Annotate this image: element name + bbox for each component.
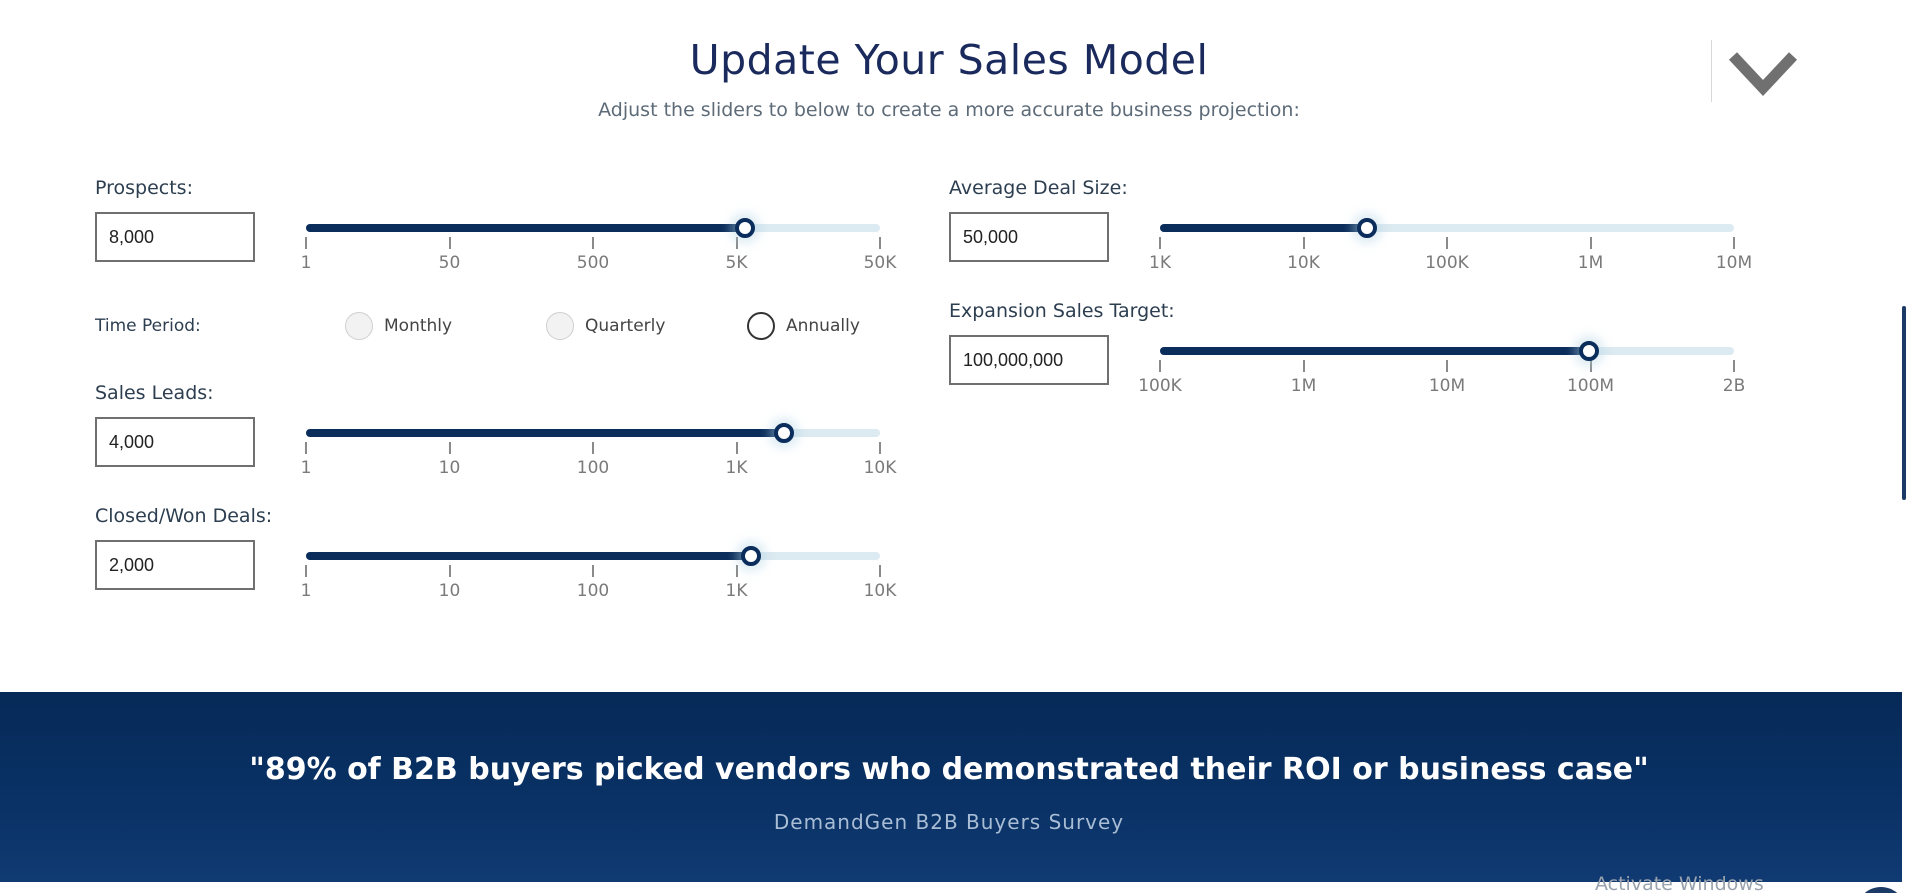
slider-tick-label: 100 xyxy=(576,458,610,478)
page-title: Update Your Sales Model xyxy=(689,36,1209,84)
slider-tick xyxy=(305,565,307,577)
time-period-label: Time Period: xyxy=(95,316,201,336)
slider-tick-label: 1M xyxy=(1290,376,1317,396)
slider-tick xyxy=(879,237,881,249)
expansion-target-label: Expansion Sales Target: xyxy=(949,300,1175,322)
radio-quarterly-label: Quarterly xyxy=(585,316,666,336)
radio-annually-circle xyxy=(747,312,775,340)
slider-thumb[interactable] xyxy=(1356,218,1377,238)
avg-deal-size-slider[interactable]: 1K 10K 100K 1M 10M xyxy=(1149,210,1752,273)
slider-tick-label: 10K xyxy=(863,581,897,601)
slider-tick-label: 500 xyxy=(576,253,610,273)
slider-fill xyxy=(306,429,784,437)
slider-tick-label: 1M xyxy=(1577,253,1604,273)
sales-leads-slider[interactable]: 1 10 100 1K 10K xyxy=(301,415,896,478)
slider-thumb[interactable] xyxy=(735,218,756,238)
slider-tick xyxy=(1446,360,1448,372)
slider-tick xyxy=(1733,360,1735,372)
slider-tick-label: 10M xyxy=(1715,253,1753,273)
quote-banner xyxy=(0,692,1902,882)
slider-tick-label: 50K xyxy=(863,253,897,273)
slider-tick-label: 10 xyxy=(438,458,461,478)
radio-quarterly-circle xyxy=(546,312,574,340)
slider-tick xyxy=(735,442,738,454)
slider-thumb[interactable] xyxy=(773,423,794,443)
prospects-slider[interactable]: 1 50 500 5K 50K xyxy=(301,210,896,273)
header-divider xyxy=(1711,40,1712,102)
slider-tick xyxy=(305,237,307,249)
slider-tick xyxy=(1589,237,1592,249)
expansion-target-input[interactable] xyxy=(949,335,1109,385)
expansion-target-slider[interactable]: 100K 1M 10M 100M 2B xyxy=(1138,333,1745,396)
slider-tick-label: 100K xyxy=(1138,376,1182,396)
slider-fill xyxy=(306,224,746,232)
slider-tick-label: 10K xyxy=(1287,253,1320,273)
slider-tick xyxy=(1589,360,1592,372)
radio-annually[interactable]: Annually xyxy=(747,312,860,340)
slider-tick-label: 10 xyxy=(438,581,461,601)
sales-leads-label: Sales Leads: xyxy=(95,382,214,404)
slider-tick-label: 10K xyxy=(863,458,897,478)
slider-fill xyxy=(306,552,752,560)
slider-tick-label: 10M xyxy=(1428,376,1466,396)
slider-tick-label: 1K xyxy=(725,458,748,478)
radio-quarterly[interactable]: Quarterly xyxy=(546,312,665,340)
slider-fill xyxy=(1160,347,1590,355)
slider-tick-label: 1 xyxy=(300,253,312,273)
avg-deal-size-input[interactable] xyxy=(949,212,1109,262)
slider-tick xyxy=(448,565,451,577)
slider-tick xyxy=(448,237,451,249)
radio-monthly-label: Monthly xyxy=(384,316,453,336)
slider-tick xyxy=(735,565,738,577)
avg-deal-size-label: Average Deal Size: xyxy=(949,177,1128,199)
slider-tick-label: 1K xyxy=(1149,253,1171,273)
slider-tick-label: 1 xyxy=(300,458,312,478)
closed-won-input[interactable] xyxy=(95,540,255,590)
radio-monthly-circle xyxy=(345,312,373,340)
sales-leads-input[interactable] xyxy=(95,417,255,467)
slider-tick-label: 1 xyxy=(300,581,312,601)
slider-tick xyxy=(592,237,594,249)
slider-tick xyxy=(1733,237,1735,249)
slider-tick-label: 2B xyxy=(1722,376,1746,396)
banner-quote: "89% of B2B buyers picked vendors who de… xyxy=(249,752,1649,787)
page-subtitle: Adjust the sliders to below to create a … xyxy=(598,99,1300,121)
slider-tick-label: 100K xyxy=(1425,253,1469,273)
banner-quote-source: DemandGen B2B Buyers Survey xyxy=(773,810,1125,834)
slider-tick xyxy=(1159,360,1161,372)
slider-tick-label: 1K xyxy=(725,581,748,601)
chat-widget-button[interactable] xyxy=(1856,887,1906,893)
side-scroll-tab[interactable] xyxy=(1902,306,1906,500)
slider-tick xyxy=(305,442,307,454)
slider-tick xyxy=(1302,360,1305,372)
slider-tick xyxy=(1446,237,1448,249)
chevron-down-icon xyxy=(1728,52,1798,97)
slider-tick-label: 100M xyxy=(1566,376,1615,396)
collapse-button[interactable] xyxy=(1727,48,1798,98)
slider-tick-label: 5K xyxy=(725,253,748,273)
slider-fill xyxy=(1160,224,1367,232)
prospects-input[interactable] xyxy=(95,212,255,262)
slider-tick xyxy=(1159,237,1161,249)
slider-tick xyxy=(592,442,594,454)
prospects-label: Prospects: xyxy=(95,177,193,199)
closed-won-slider[interactable]: 1 10 100 1K 10K xyxy=(301,538,896,601)
slider-tick xyxy=(592,565,594,577)
slider-thumb[interactable] xyxy=(1579,341,1600,361)
slider-tick-label: 100 xyxy=(576,581,610,601)
activate-windows-watermark: Activate Windows xyxy=(1595,873,1764,893)
slider-tick xyxy=(879,565,881,577)
radio-monthly[interactable]: Monthly xyxy=(345,312,452,340)
closed-won-label: Closed/Won Deals: xyxy=(95,505,273,527)
slider-tick xyxy=(448,442,451,454)
slider-thumb[interactable] xyxy=(741,546,762,566)
slider-tick xyxy=(1302,237,1305,249)
slider-tick xyxy=(735,237,738,249)
radio-annually-label: Annually xyxy=(786,316,860,336)
slider-tick-label: 50 xyxy=(438,253,461,273)
slider-tick xyxy=(879,442,881,454)
